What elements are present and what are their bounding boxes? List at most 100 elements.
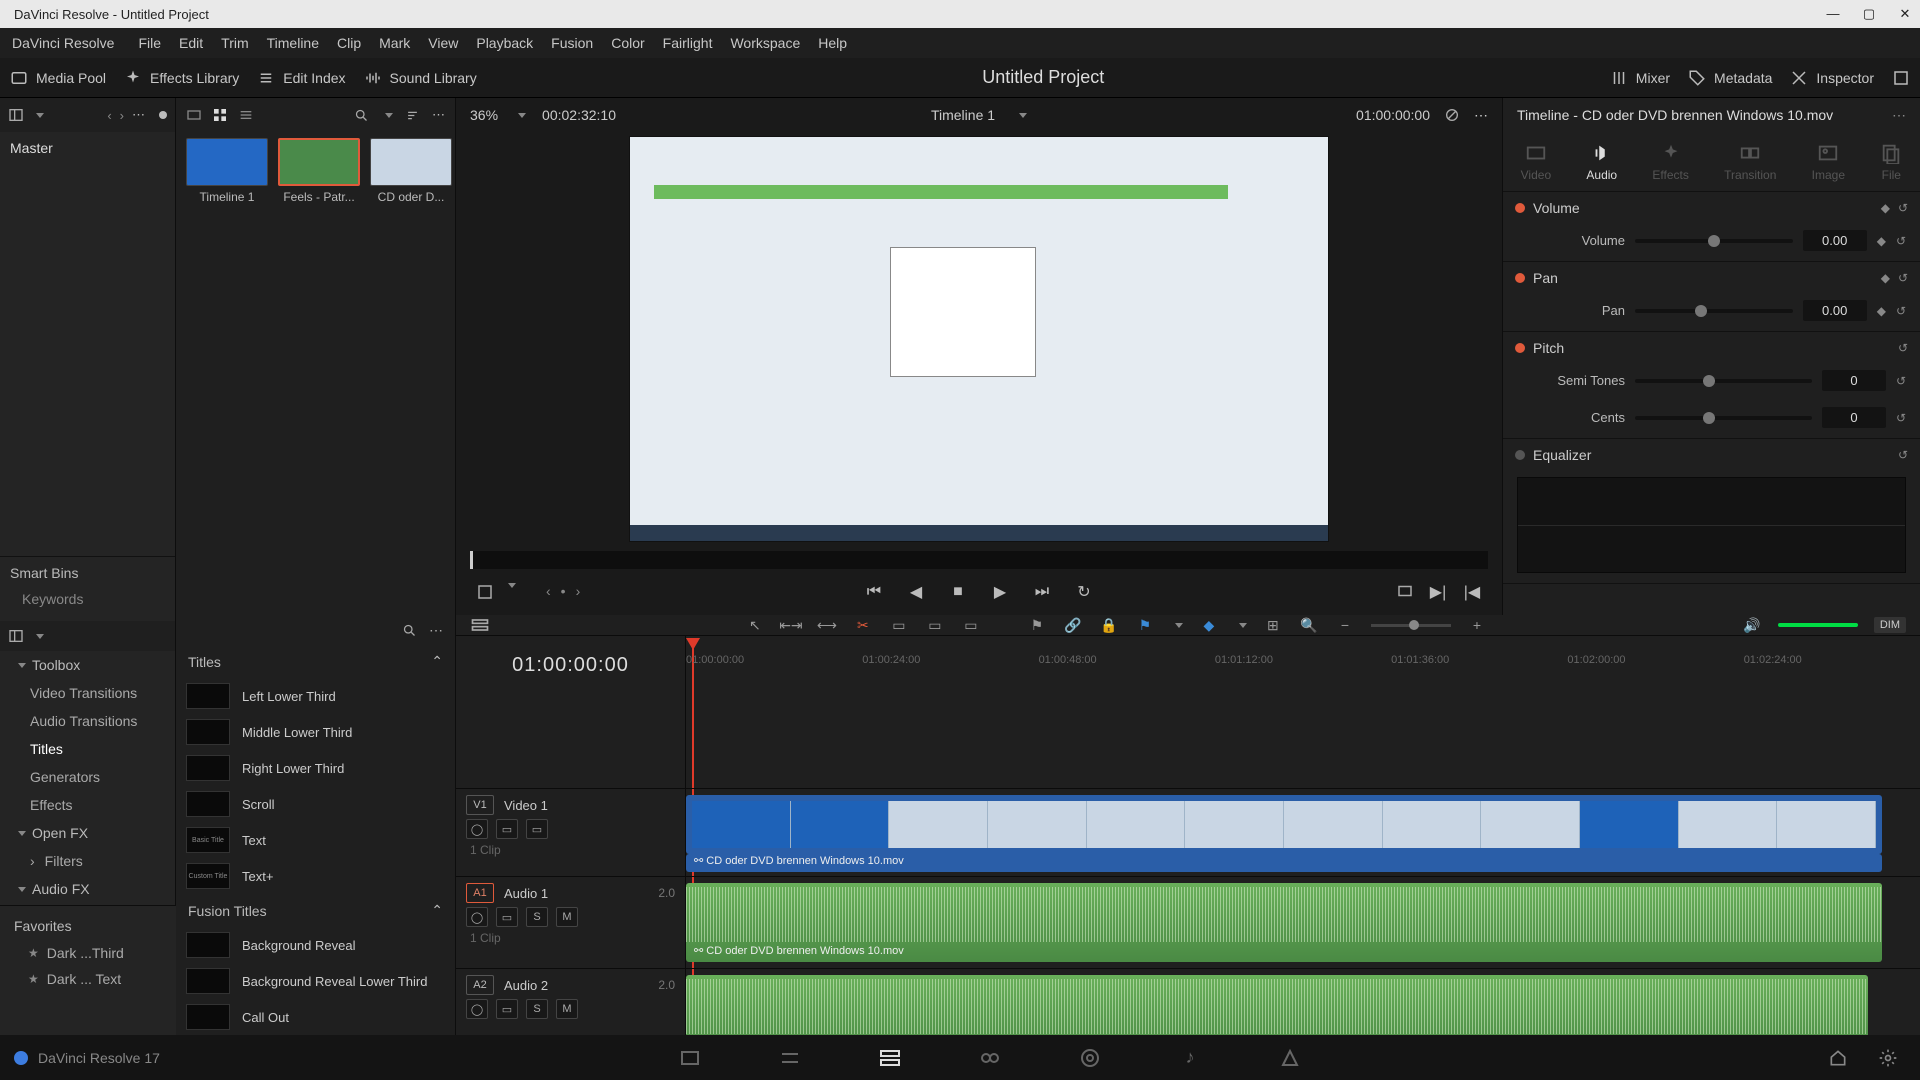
- solo-button[interactable]: S: [526, 907, 548, 927]
- match-frame-icon[interactable]: [1396, 582, 1414, 600]
- project-settings-icon[interactable]: [1874, 1044, 1902, 1072]
- clip-thumb-feels[interactable]: Feels - Patr...: [278, 138, 360, 204]
- audio-clip-a1[interactable]: ⚯ CD oder DVD brennen Windows 10.mov: [686, 883, 1882, 962]
- solo-button[interactable]: S: [526, 999, 548, 1019]
- viewer-zoom[interactable]: 36%: [470, 107, 498, 123]
- tab-audio[interactable]: Audio: [1586, 142, 1617, 182]
- video-clip[interactable]: [686, 795, 1882, 854]
- more-icon[interactable]: ⋯: [432, 107, 445, 123]
- marker-dot-icon[interactable]: •: [561, 583, 566, 601]
- sort-icon[interactable]: [405, 108, 420, 123]
- expand-inspector-button[interactable]: [1892, 69, 1910, 87]
- more-icon[interactable]: ⋯: [1474, 107, 1488, 124]
- menu-file[interactable]: File: [138, 35, 161, 51]
- menu-view[interactable]: View: [428, 35, 458, 51]
- loop-icon[interactable]: ↻: [1074, 582, 1094, 602]
- lock-icon[interactable]: 🔒: [1099, 615, 1119, 635]
- home-icon[interactable]: [1824, 1044, 1852, 1072]
- mute-button[interactable]: M: [556, 907, 578, 927]
- audiofx-node[interactable]: Audio FX: [0, 875, 175, 903]
- page-fairlight-icon[interactable]: ♪: [1176, 1044, 1204, 1072]
- chevron-down-icon[interactable]: [385, 113, 393, 118]
- chevron-down-icon[interactable]: [508, 583, 516, 588]
- blade-tool-icon[interactable]: ✂: [853, 615, 873, 635]
- enable-dot-icon[interactable]: [1515, 273, 1525, 283]
- page-edit-icon[interactable]: [876, 1044, 904, 1072]
- viewer-scrubber[interactable]: [470, 551, 1488, 569]
- auto-select-icon[interactable]: ◯: [466, 999, 488, 1019]
- chevron-down-icon[interactable]: [1019, 113, 1027, 118]
- fusion-background-reveal[interactable]: Background Reveal: [176, 927, 455, 963]
- media-pool-button[interactable]: Media Pool: [10, 69, 106, 87]
- keyframe-icon[interactable]: ◆: [1881, 201, 1890, 215]
- semitones-value[interactable]: 0: [1822, 370, 1886, 391]
- bypass-icon[interactable]: [1444, 107, 1460, 123]
- page-fusion-icon[interactable]: [976, 1044, 1004, 1072]
- menu-playback[interactable]: Playback: [476, 35, 533, 51]
- prev-clip-icon[interactable]: |◀: [1462, 582, 1482, 602]
- next-clip-icon[interactable]: ▶|: [1428, 582, 1448, 602]
- title-text-plus[interactable]: Custom TitleText+: [176, 858, 455, 894]
- cents-slider[interactable]: [1635, 416, 1812, 420]
- keyframe-icon[interactable]: ◆: [1881, 271, 1890, 285]
- audio-track-1[interactable]: ⚯ CD oder DVD brennen Windows 10.mov: [686, 876, 1920, 968]
- collapse-icon[interactable]: ⌃: [431, 902, 443, 919]
- menu-color[interactable]: Color: [611, 35, 644, 51]
- track-disable-icon[interactable]: ▭: [526, 819, 548, 839]
- overwrite-icon[interactable]: ▭: [925, 615, 945, 635]
- menu-timeline[interactable]: Timeline: [267, 35, 319, 51]
- menu-mark[interactable]: Mark: [379, 35, 410, 51]
- list-view-icon[interactable]: [238, 107, 254, 123]
- prev-edit-icon[interactable]: ‹: [546, 583, 551, 601]
- filters-node[interactable]: ›Filters: [0, 847, 175, 875]
- cents-value[interactable]: 0: [1822, 407, 1886, 428]
- effects-node[interactable]: Effects: [0, 791, 175, 819]
- track-header-a2[interactable]: A2Audio 22.0 ◯ ▭ S M: [456, 968, 685, 1035]
- sound-library-button[interactable]: Sound Library: [364, 69, 477, 87]
- audio-clip-a2[interactable]: Feels - Patrick Patrikios.mp3: [686, 975, 1868, 1035]
- more-icon[interactable]: ⋯: [1892, 107, 1906, 124]
- arm-icon[interactable]: ▭: [496, 907, 518, 927]
- edit-index-button[interactable]: Edit Index: [257, 69, 345, 87]
- monitor-volume-slider[interactable]: [1778, 623, 1858, 627]
- auto-select-icon[interactable]: ◯: [466, 819, 488, 839]
- menu-help[interactable]: Help: [818, 35, 847, 51]
- semitones-slider[interactable]: [1635, 379, 1812, 383]
- link-icon[interactable]: 🔗: [1063, 615, 1083, 635]
- favorite-item[interactable]: ★Dark ... Text: [0, 966, 176, 992]
- crop-icon[interactable]: [476, 583, 494, 601]
- tab-file[interactable]: File: [1880, 142, 1902, 182]
- history-back-icon[interactable]: ‹: [107, 108, 111, 123]
- menu-clip[interactable]: Clip: [337, 35, 361, 51]
- fusion-call-out[interactable]: Call Out: [176, 999, 455, 1035]
- reset-icon[interactable]: ↺: [1896, 304, 1906, 318]
- dynamic-trim-icon[interactable]: ⟷: [817, 615, 837, 635]
- enable-dot-icon[interactable]: [1515, 203, 1525, 213]
- openfx-node[interactable]: Open FX: [0, 819, 175, 847]
- menu-edit[interactable]: Edit: [179, 35, 203, 51]
- equalizer-plot[interactable]: [1517, 477, 1906, 573]
- tracks-area[interactable]: 01:00:00:0001:00:24:0001:00:48:0001:01:1…: [686, 636, 1920, 1035]
- marker-blue-icon[interactable]: ◆: [1199, 615, 1219, 635]
- history-fwd-icon[interactable]: ›: [120, 108, 124, 123]
- play-icon[interactable]: ▶: [990, 582, 1010, 602]
- favorite-item[interactable]: ★Dark ...Third: [0, 940, 176, 966]
- chevron-down-icon[interactable]: [1175, 623, 1183, 628]
- keyframe-icon[interactable]: ◆: [1877, 304, 1886, 318]
- zoom-slider[interactable]: [1371, 624, 1451, 627]
- search-icon[interactable]: [402, 623, 417, 638]
- insert-icon[interactable]: ▭: [889, 615, 909, 635]
- replace-icon[interactable]: ▭: [961, 615, 981, 635]
- fusion-background-reveal-lt[interactable]: Background Reveal Lower Third: [176, 963, 455, 999]
- bin-layout-icon[interactable]: [8, 107, 24, 123]
- selection-tool-icon[interactable]: ↖: [745, 615, 765, 635]
- marker-icon[interactable]: ⚑: [1027, 615, 1047, 635]
- track-header-a1[interactable]: A1Audio 12.0 ◯ ▭ S M 1 Clip: [456, 876, 685, 968]
- clip-thumb-timeline[interactable]: Timeline 1: [186, 138, 268, 204]
- metadata-button[interactable]: Metadata: [1688, 69, 1772, 87]
- reset-icon[interactable]: ↺: [1896, 374, 1906, 388]
- go-start-icon[interactable]: ⏮: [864, 582, 884, 602]
- smart-bin-keywords[interactable]: Keywords: [10, 591, 165, 607]
- trim-tool-icon[interactable]: ⇤⇥: [781, 615, 801, 635]
- page-media-icon[interactable]: [676, 1044, 704, 1072]
